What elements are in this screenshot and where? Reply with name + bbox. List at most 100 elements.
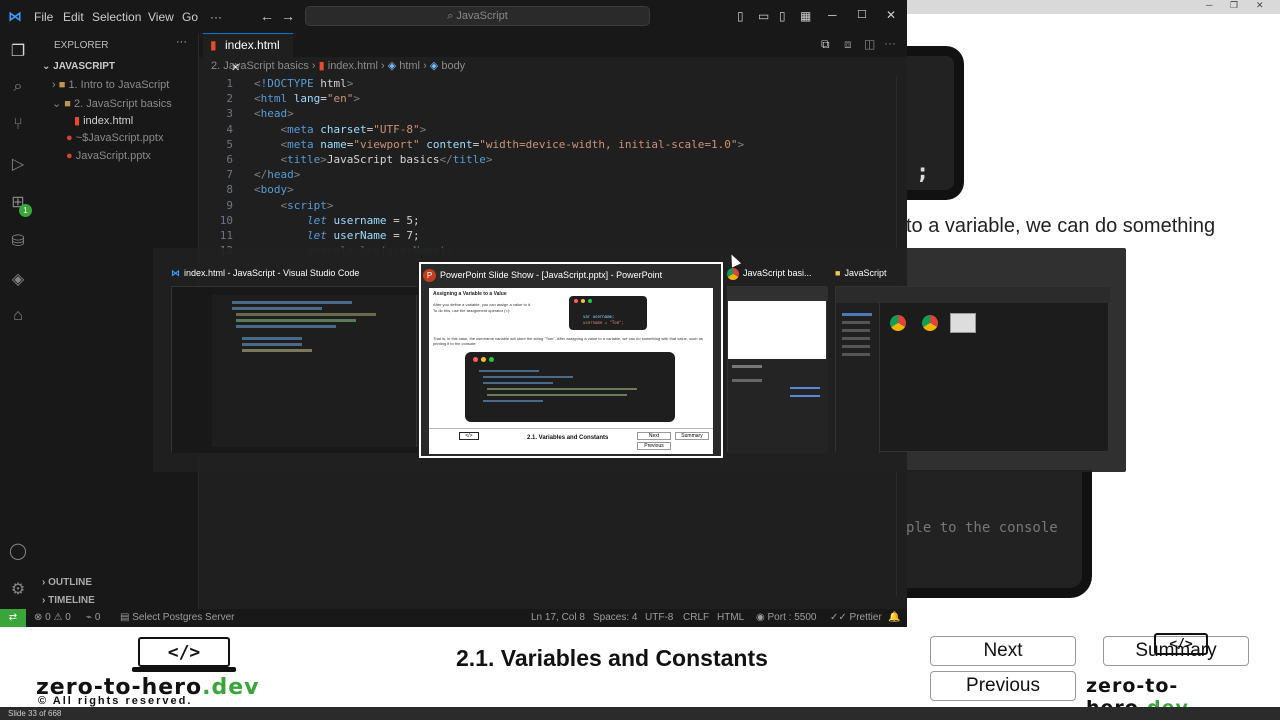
editor-tabs: ▮ index.html ✕ ⧉ ⧈ ◫ ··· <box>199 33 907 74</box>
menu-go[interactable]: Go <box>182 10 198 24</box>
code-logo-icon: </> <box>138 637 230 667</box>
switcher-window-powerpoint[interactable]: P PowerPoint Slide Show - [JavaScript.ppt… <box>419 262 723 458</box>
notifications-bell-icon[interactable]: 🔔 <box>888 609 900 627</box>
line-number: 11 <box>219 229 233 242</box>
vscode-thumbnail <box>171 286 418 453</box>
database-icon[interactable]: ⛁ <box>8 231 28 251</box>
minimize-window-icon[interactable]: ─ <box>828 8 837 22</box>
remote-icon[interactable]: ⌂ <box>8 307 28 327</box>
line-number: 8 <box>226 183 233 197</box>
menu-edit[interactable]: Edit <box>63 10 84 24</box>
code-line: <!DOCTYPE html> <box>254 77 354 90</box>
slide-status-bar: Slide 33 of 668 <box>0 707 1280 720</box>
toggle-sidebar-icon[interactable]: ▯ <box>737 9 744 23</box>
tree-item-index-html[interactable]: ▮ index.html <box>74 114 133 127</box>
switcher-window-vscode[interactable]: ⋈ index.html - JavaScript - Visual Studio… <box>171 262 418 453</box>
breadcrumb-folder[interactable]: 2. JavaScript basics <box>211 60 309 72</box>
tree-item-folder-open[interactable]: ⌄ ■ 2. JavaScript basics <box>52 97 172 110</box>
element-icon: ◈ <box>387 60 397 72</box>
status-bar: ⇄ ⊗ 0 ⚠ 0 ⌁ 0 ▤ Select Postgres Server L… <box>0 609 907 627</box>
prettier-indicator[interactable]: ✓✓ Prettier <box>830 609 882 627</box>
live-server-port[interactable]: ◉ Port : 5500 <box>756 609 816 627</box>
back-arrow-icon[interactable]: ← <box>260 8 274 24</box>
tree-root[interactable]: ⌄ JAVASCRIPT <box>42 61 115 72</box>
remote-indicator-icon[interactable]: ⇄ <box>0 609 26 627</box>
split-editor-icon[interactable]: ◫ <box>864 37 875 51</box>
explorer-icon[interactable]: ❐ <box>8 41 28 61</box>
command-center-search[interactable]: ⌕ JavaScript <box>305 6 650 26</box>
chevron-right-icon: › <box>52 79 59 91</box>
source-control-icon[interactable]: ⑂ <box>8 116 28 136</box>
account-icon[interactable]: ◯ <box>8 541 28 561</box>
code-line: let userName = 7; <box>306 229 420 242</box>
cursor-position[interactable]: Ln 17, Col 8 <box>531 609 585 627</box>
code-line: <body> <box>254 183 294 197</box>
menu-more[interactable]: ··· <box>210 10 222 24</box>
chevron-down-icon: ⌄ <box>52 98 65 110</box>
chrome-logo-icon <box>727 267 739 280</box>
vscode-logo-icon: ⋈ <box>171 268 180 278</box>
more-actions-icon[interactable]: ··· <box>884 36 896 50</box>
encoding[interactable]: UTF-8 <box>645 609 673 627</box>
tree-item-pptx[interactable]: ● JavaScript.pptx <box>66 150 151 162</box>
close-icon[interactable]: ✕ <box>1256 0 1264 11</box>
tree-item-folder[interactable]: › ■ 1. Intro to JavaScript <box>52 79 169 91</box>
previous-button[interactable]: Previous <box>930 671 1076 701</box>
code-line: <meta name="viewport" content="width=dev… <box>280 137 745 151</box>
settings-gear-icon[interactable]: ⚙ <box>8 579 28 599</box>
open-preview-icon[interactable]: ⧉ <box>821 37 830 52</box>
toggle-secondary-sidebar-icon[interactable]: ▯ <box>779 9 786 23</box>
code-line: <head> <box>254 107 294 121</box>
powerpoint-logo-icon: P <box>423 269 436 282</box>
maximize-window-icon[interactable]: ☐ <box>857 8 867 21</box>
next-button[interactable]: Next <box>930 636 1076 666</box>
breadcrumb-file[interactable]: index.html <box>328 60 378 72</box>
html5-icon: ▮ <box>318 60 325 72</box>
breadcrumb-body[interactable]: body <box>441 60 465 72</box>
folder-open-icon: ■ <box>64 98 74 110</box>
compare-icon[interactable]: ⧈ <box>844 37 852 52</box>
menu-view[interactable]: View <box>148 10 174 24</box>
folder-icon: ■ <box>835 268 841 278</box>
code-line: let username = 5; <box>306 213 420 227</box>
chevron-right-icon: › <box>311 60 319 72</box>
timeline-section[interactable]: › TIMELINE <box>42 595 95 606</box>
tab-index-html[interactable]: ▮ index.html ✕ <box>203 33 293 74</box>
pptx-file-icon <box>950 313 976 333</box>
restore-icon[interactable]: ❐ <box>1230 0 1238 11</box>
switcher-window-explorer[interactable]: ■ JavaScript <box>835 262 1111 453</box>
indentation[interactable]: Spaces: 4 <box>593 609 637 627</box>
outline-section[interactable]: › OUTLINE <box>42 577 92 588</box>
customize-layout-icon[interactable]: ▦ <box>800 9 811 23</box>
powerpoint-file-icon: ● <box>66 150 76 162</box>
minimize-icon[interactable]: ─ <box>1206 0 1212 10</box>
layers-icon[interactable]: ◈ <box>8 269 28 289</box>
html5-icon: ▮ <box>74 115 84 127</box>
run-debug-icon[interactable]: ▷ <box>8 154 28 174</box>
line-number: 4 <box>226 122 233 136</box>
search-icon[interactable]: ⌕ <box>8 78 28 98</box>
tree-item-pptx-temp[interactable]: ● ~$JavaScript.pptx <box>66 132 163 144</box>
more-actions-icon[interactable]: ··· <box>176 36 187 48</box>
line-number: 3 <box>226 107 233 121</box>
language-mode[interactable]: HTML <box>717 609 744 627</box>
line-number: 1 <box>226 77 233 90</box>
footer-logo: </> <box>132 637 236 672</box>
notification-badge: 1 <box>19 204 32 217</box>
html5-icon: ▮ <box>210 38 217 52</box>
thumb-code-block-2 <box>465 352 675 422</box>
switcher-window-chrome[interactable]: JavaScript basi... <box>727 262 829 453</box>
ports-indicator[interactable]: ⌁ 0 <box>86 609 100 627</box>
task-switcher: ⋈ index.html - JavaScript - Visual Studio… <box>153 248 1126 472</box>
breadcrumb-html[interactable]: html <box>399 60 420 72</box>
toggle-panel-icon[interactable]: ▭ <box>758 9 769 23</box>
close-window-icon[interactable]: ✕ <box>886 8 896 22</box>
line-number: 2 <box>226 92 233 106</box>
forward-arrow-icon[interactable]: → <box>281 8 295 24</box>
problems-indicator[interactable]: ⊗ 0 ⚠ 0 <box>34 609 71 627</box>
title-bar: ⋈ File Edit Selection View Go ··· ← → ⌕ … <box>0 0 907 33</box>
menu-file[interactable]: File <box>34 10 53 24</box>
menu-selection[interactable]: Selection <box>92 10 141 24</box>
postgres-indicator[interactable]: ▤ Select Postgres Server <box>120 609 235 627</box>
end-of-line[interactable]: CRLF <box>683 609 709 627</box>
